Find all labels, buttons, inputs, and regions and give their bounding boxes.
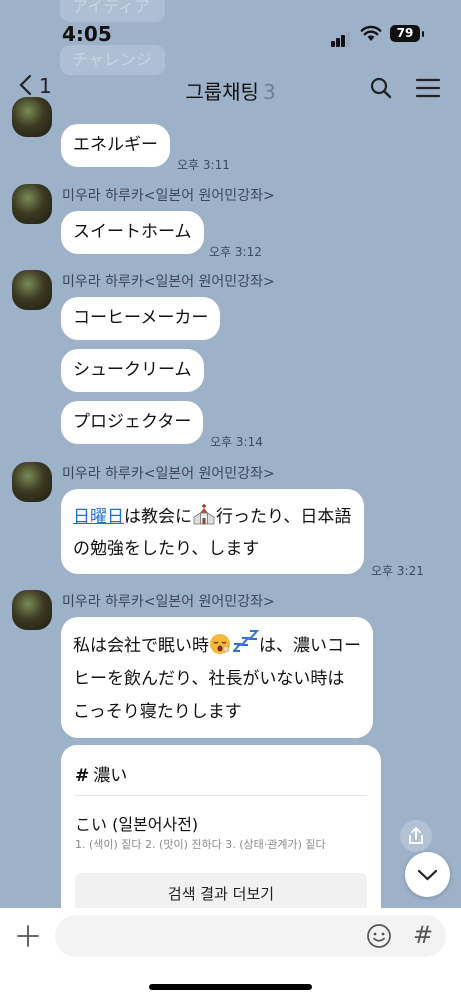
message-line: の勉強をしたり、します (73, 539, 260, 559)
share-icon (409, 826, 423, 844)
sender-name: 미우라 하루카<일본어 원어민강좌> (62, 466, 275, 482)
input-bar: # (0, 908, 461, 1000)
avatar[interactable] (12, 590, 52, 630)
avatar[interactable] (12, 97, 52, 137)
menu-icon[interactable] (415, 76, 441, 100)
smiley-icon[interactable] (366, 923, 392, 949)
dictionary-definition: 1. (색이) 짙다 2. (맛이) 진하다 3. (상태·관계가) 짙다 (75, 838, 326, 851)
message-text: は、濃いコー (259, 636, 361, 656)
share-button[interactable] (400, 820, 432, 852)
message-bubble[interactable]: 日曜日は教会に 行ったり、日本語 の勉強をしたり、します (61, 489, 364, 574)
message-bubble[interactable]: スイートホーム (61, 211, 204, 254)
message-bubble[interactable]: プロジェクター (61, 401, 204, 444)
dictionary-card-title: # 濃い (75, 761, 127, 786)
sender-name: 미우라 하루카<일본어 원어민강좌> (62, 594, 275, 610)
message-text: は教会に (124, 507, 192, 527)
wifi-icon (360, 25, 382, 41)
search-icon[interactable] (369, 76, 393, 100)
message-time: 오후 3:11 (177, 158, 230, 172)
avatar[interactable] (12, 270, 52, 310)
avatar[interactable] (12, 462, 52, 502)
plus-icon[interactable] (14, 922, 42, 950)
clock: 4:05 (62, 22, 112, 46)
status-bar: アイディア チャレンジ 4:05 79 (0, 0, 461, 75)
chevron-down-icon (417, 869, 438, 881)
avatar[interactable] (12, 184, 52, 224)
message-bubble[interactable]: 私は会社で眠い時 は、濃いコー ヒーを飲んだり、社長がいない時は こっそり寝たり… (61, 617, 373, 738)
zzz-emoji (231, 630, 260, 652)
message-line: ヒーを飲んだり、社長がいない時は (73, 669, 345, 689)
message-text: 行ったり、日本語 (216, 507, 352, 527)
message-time: 오후 3:14 (210, 435, 263, 449)
faded-message: アイディア (60, 0, 165, 22)
dictionary-term: 濃い (93, 766, 128, 786)
divider (75, 795, 367, 796)
dictionary-link[interactable]: 日曜日 (73, 507, 124, 527)
dictionary-card[interactable]: # 濃い こい (일본어사전) 1. (색이) 짙다 2. (맛이) 진하다 3.… (61, 745, 381, 925)
chat-title-text: 그룹채팅 (185, 80, 259, 104)
message-bubble[interactable]: シュークリーム (61, 349, 204, 392)
cellular-signal-icon (331, 28, 351, 47)
chat-header: 1 그룹채팅 3 (0, 70, 461, 110)
church-icon (193, 504, 215, 525)
battery-indicator: 79 (390, 25, 424, 42)
message-time: 오후 3:12 (209, 245, 262, 259)
message-time: 오후 3:21 (371, 564, 424, 578)
message-line: 私は会社で眠い時 は、濃いコー (73, 629, 361, 663)
scroll-to-bottom-button[interactable] (405, 852, 450, 897)
hash-icon: # (75, 766, 90, 786)
message-bubble[interactable]: エネルギー (61, 124, 170, 167)
message-line: こっそり寝たりします (73, 702, 242, 722)
sender-name: 미우라 하루카<일본어 원어민강좌> (62, 188, 275, 204)
sender-name: 미우라 하루카<일본어 원어민강좌> (62, 274, 275, 290)
home-indicator (149, 984, 312, 990)
member-count: 3 (262, 80, 276, 104)
hashtag-search-button[interactable]: # (413, 921, 433, 949)
sleepy-face-emoji (210, 634, 230, 654)
message-line: 日曜日は教会に 行ったり、日本語 (73, 501, 352, 533)
message-bubble[interactable]: コーヒーメーカー (61, 297, 221, 340)
message-input[interactable]: # (55, 915, 446, 957)
dictionary-reading: こい (일본어사전) (75, 815, 199, 834)
message-text: 私は会社で眠い時 (73, 636, 209, 656)
